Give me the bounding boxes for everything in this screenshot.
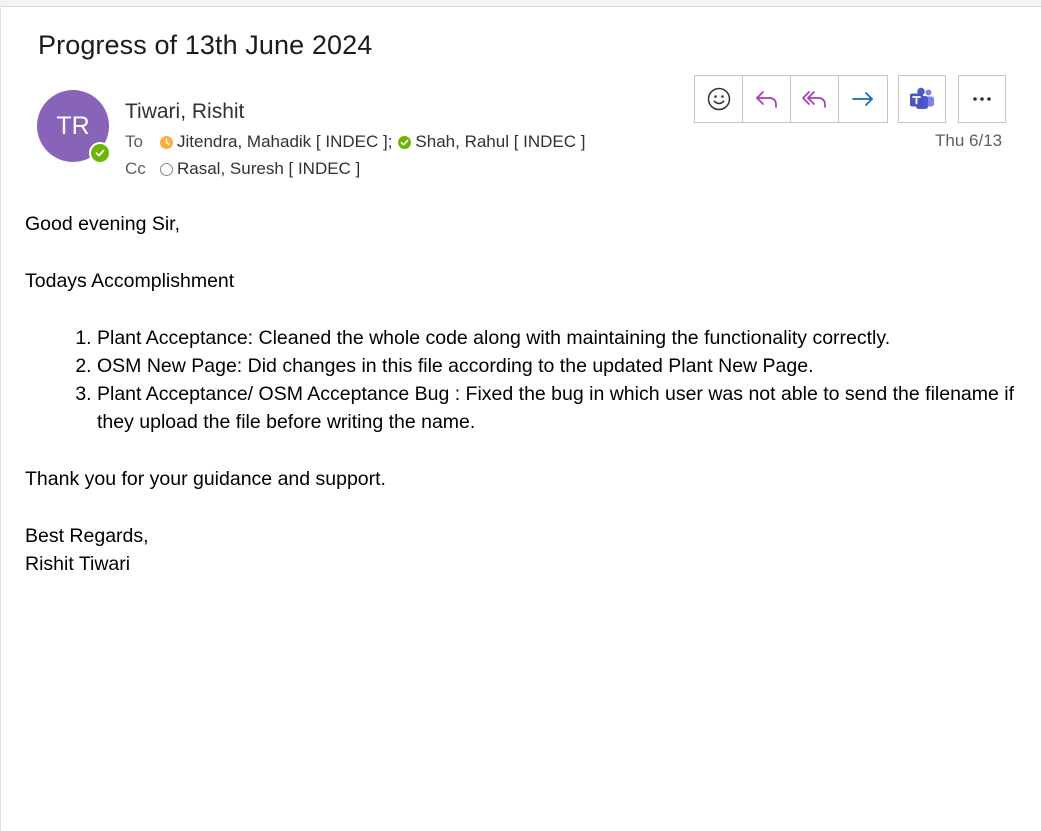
list-item: Plant Acceptance: Cleaned the whole code…	[97, 324, 1015, 352]
accomplishment-list: Plant Acceptance: Cleaned the whole code…	[25, 324, 1015, 436]
reply-icon	[755, 91, 777, 108]
reply-all-button[interactable]	[791, 76, 839, 122]
teams-chat-button[interactable]	[898, 75, 946, 123]
window-top-border	[0, 0, 1041, 7]
message-body: Good evening Sir, Todays Accomplishment …	[25, 210, 1015, 578]
avatar-initials: TR	[56, 111, 90, 140]
more-options-icon	[973, 97, 991, 101]
react-button[interactable]	[695, 76, 743, 122]
available-presence-icon	[398, 135, 412, 149]
away-presence-icon	[160, 135, 173, 149]
cc-recipients: Rasal, Suresh [ INDEC ]	[160, 159, 360, 179]
recipient-rasal[interactable]: Rasal, Suresh [ INDEC ]	[177, 159, 360, 179]
recipient-shah[interactable]: Shah, Rahul [ INDEC ]	[415, 132, 585, 152]
list-item: Plant Acceptance/ OSM Acceptance Bug : F…	[97, 380, 1015, 436]
emoji-react-icon	[707, 87, 730, 111]
reply-all-icon	[801, 91, 826, 108]
message-actions-toolbar	[694, 75, 888, 123]
thanks-line: Thank you for your guidance and support.	[25, 468, 386, 490]
offline-presence-icon	[160, 162, 173, 176]
more-actions-button[interactable]	[958, 75, 1006, 123]
sent-date: Thu 6/13	[935, 131, 1003, 150]
sender-presence-available-icon	[89, 142, 111, 164]
recipient-jitendra[interactable]: Jitendra, Mahadik [ INDEC ];	[177, 132, 392, 152]
reply-button[interactable]	[743, 76, 791, 122]
forward-icon	[852, 92, 873, 106]
signoff: Best Regards,	[25, 525, 149, 547]
forward-button[interactable]	[839, 76, 887, 122]
list-item: OSM New Page: Did changes in this file a…	[97, 352, 1015, 380]
signature: Rishit Tiwari	[25, 553, 131, 575]
email-subject: Progress of 13th June 2024	[38, 30, 373, 60]
to-recipients: Jitendra, Mahadik [ INDEC ]; Shah, Rahul…	[160, 132, 586, 152]
cc-label: Cc	[125, 159, 146, 178]
sender-name[interactable]: Tiwari, Rishit	[125, 100, 244, 124]
section-title: Todays Accomplishment	[25, 270, 235, 292]
to-label: To	[125, 132, 143, 151]
pane-left-border	[0, 6, 1, 831]
teams-icon	[910, 87, 934, 109]
greeting: Good evening Sir,	[25, 213, 181, 235]
